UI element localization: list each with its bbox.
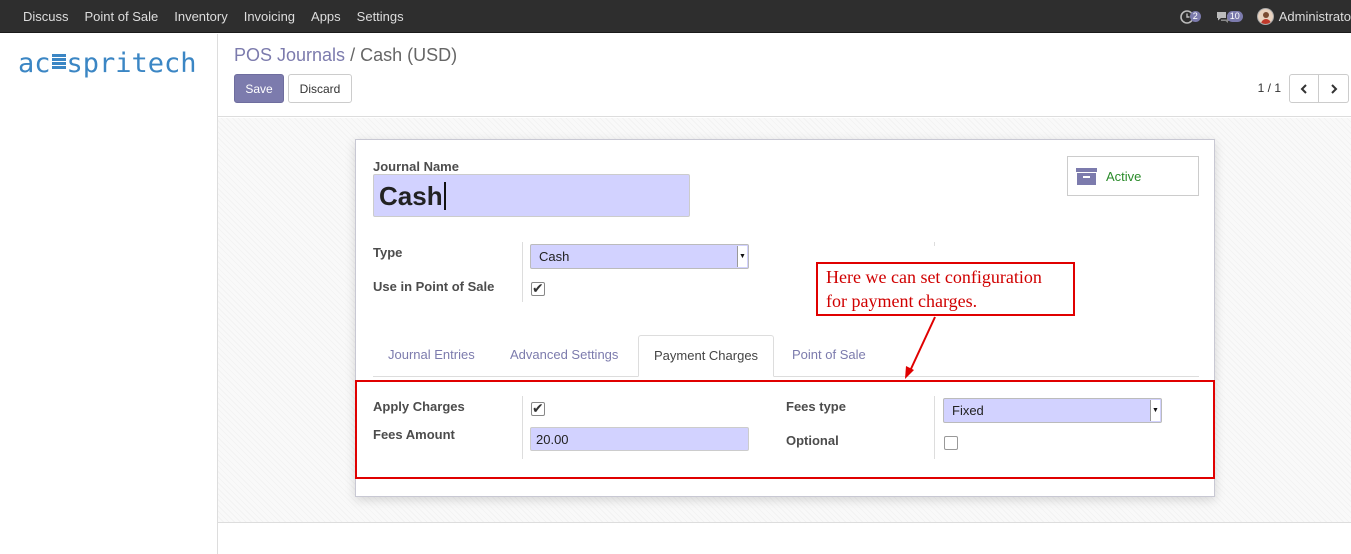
top-navbar: Discuss Point of Sale Inventory Invoicin… xyxy=(0,0,1351,33)
active-label: Active xyxy=(1106,168,1142,184)
activity-menu[interactable]: 2 xyxy=(1179,9,1205,24)
logo-prefix: ac xyxy=(18,48,51,79)
user-name: Administrato xyxy=(1278,9,1351,24)
discard-button[interactable]: Discard xyxy=(288,74,352,103)
type-label: Type xyxy=(373,245,403,260)
menu-invoicing[interactable]: Invoicing xyxy=(236,0,303,33)
pager-previous-button[interactable] xyxy=(1289,74,1319,103)
text-caret xyxy=(443,182,446,210)
use-in-pos-label: Use in Point of Sale xyxy=(373,279,495,294)
menu-discuss[interactable]: Discuss xyxy=(15,0,77,33)
journal-name-value: Cash xyxy=(379,181,443,211)
breadcrumb: POS Journals / Cash (USD) xyxy=(234,45,457,66)
tab-journal-entries[interactable]: Journal Entries xyxy=(373,335,490,377)
breadcrumb-separator: / xyxy=(350,45,356,65)
chevron-right-icon xyxy=(1330,83,1337,94)
annotation-highlight-box xyxy=(355,380,1215,479)
tab-advanced-settings[interactable]: Advanced Settings xyxy=(495,335,633,377)
annotation-line-1: Here we can set configuration xyxy=(826,267,1042,287)
menu-point-of-sale[interactable]: Point of Sale xyxy=(77,0,167,33)
app-menu: Discuss Point of Sale Inventory Invoicin… xyxy=(15,0,412,33)
control-panel: POS Journals / Cash (USD) Save Discard 1… xyxy=(218,34,1351,117)
systray: 2 10 Administrato xyxy=(1179,0,1351,33)
menu-inventory[interactable]: Inventory xyxy=(166,0,235,33)
menu-settings[interactable]: Settings xyxy=(349,0,412,33)
active-toggle-button[interactable]: Active xyxy=(1067,156,1199,196)
breadcrumb-parent[interactable]: POS Journals xyxy=(234,45,345,65)
journal-name-input[interactable]: Cash xyxy=(373,174,690,217)
type-value: Cash xyxy=(539,249,570,264)
pager-next-button[interactable] xyxy=(1319,74,1349,103)
pager-value[interactable]: 1 / 1 xyxy=(1258,81,1281,95)
avatar xyxy=(1256,8,1274,25)
tab-point-of-sale[interactable]: Point of Sale xyxy=(777,335,881,377)
menu-apps[interactable]: Apps xyxy=(303,0,349,33)
annotation-note: Here we can set configuration for paymen… xyxy=(816,262,1075,316)
user-menu[interactable]: Administrato xyxy=(1256,8,1351,25)
type-select[interactable]: Cash ▼ xyxy=(530,244,749,269)
journal-name-label: Journal Name xyxy=(373,159,459,174)
field-divider xyxy=(522,242,523,302)
left-panel: ac spritech xyxy=(0,34,218,554)
logo-suffix: spritech xyxy=(66,48,197,79)
use-in-pos-checkbox[interactable] xyxy=(531,280,545,297)
messaging-menu[interactable]: 10 xyxy=(1215,10,1247,24)
chevron-left-icon xyxy=(1300,83,1307,94)
field-divider xyxy=(934,242,935,246)
save-button[interactable]: Save xyxy=(234,74,284,103)
tab-payment-charges[interactable]: Payment Charges xyxy=(638,335,775,377)
pager-buttons xyxy=(1289,74,1349,103)
company-logo: ac spritech xyxy=(18,48,197,79)
breadcrumb-current: Cash (USD) xyxy=(360,45,458,65)
logo-mark-icon xyxy=(51,53,66,75)
bottom-area xyxy=(218,522,1351,554)
activity-count-badge: 2 xyxy=(1189,11,1201,22)
dropdown-arrow-icon: ▼ xyxy=(737,246,747,267)
messages-count-badge: 10 xyxy=(1226,11,1243,22)
archive-icon xyxy=(1076,166,1097,186)
annotation-line-2: for payment charges. xyxy=(826,291,978,311)
notebook-tabs: Journal Entries Advanced Settings Paymen… xyxy=(373,335,1199,377)
